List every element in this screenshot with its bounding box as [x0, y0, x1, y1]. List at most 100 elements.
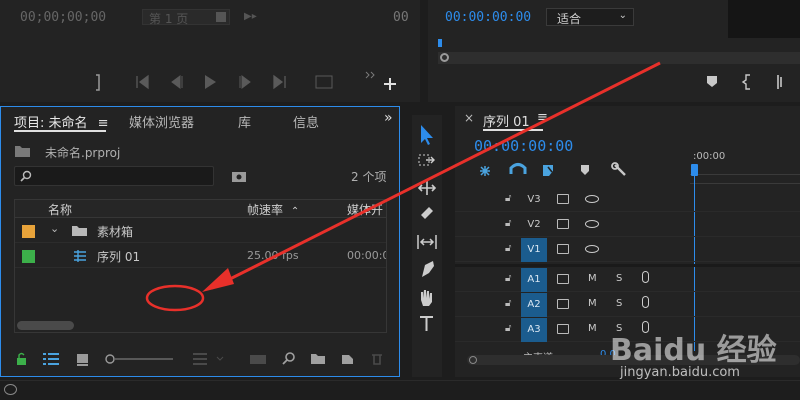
automate-icon[interactable] — [250, 355, 266, 364]
clear-icon[interactable] — [372, 354, 382, 365]
column-framerate-header[interactable]: 帧速率 ⌃ — [247, 201, 299, 218]
lock-icon[interactable]: 🔓︎ — [505, 243, 511, 254]
watermark-url: jingyan.baidu.com — [620, 365, 740, 380]
search-input[interactable] — [14, 166, 214, 186]
lock-icon[interactable]: 🔓︎ — [505, 193, 511, 204]
list-item-bin[interactable]: ⌄ 素材箱 — [15, 219, 386, 243]
solo-button[interactable]: S — [616, 273, 622, 284]
video-audio-divider[interactable] — [455, 264, 800, 267]
insert-icon[interactable] — [315, 75, 333, 89]
list-item-sequence[interactable]: 序列 01 25.00 fps 00:00:00 — [15, 244, 386, 268]
column-name-header[interactable]: 名称 — [48, 201, 72, 218]
active-tab-underline — [14, 130, 106, 132]
hand-tool-icon[interactable] — [421, 290, 432, 306]
sync-icon[interactable] — [557, 219, 569, 229]
mark-in-icon[interactable] — [96, 74, 100, 91]
step-back-icon[interactable] — [171, 75, 183, 89]
zoom-slider[interactable] — [105, 354, 173, 364]
icon-view-icon[interactable] — [77, 354, 88, 366]
eye-icon[interactable] — [585, 245, 599, 253]
new-bin-icon[interactable] — [311, 354, 325, 364]
mute-button[interactable]: M — [588, 298, 597, 309]
slip-tool-icon[interactable] — [417, 235, 437, 249]
add-marker-icon[interactable] — [581, 165, 589, 175]
lock-icon[interactable]: 🔓︎ — [505, 298, 511, 309]
ripple-edit-tool-icon[interactable] — [417, 181, 437, 195]
tab-info[interactable]: 信息 — [293, 112, 319, 131]
go-to-in-icon[interactable] — [136, 74, 149, 90]
sync-icon[interactable] — [557, 244, 569, 254]
type-tool-icon[interactable] — [420, 316, 433, 331]
expand-chevron-icon[interactable]: ⌄ — [50, 222, 59, 235]
lock-icon[interactable]: 🔓︎ — [505, 323, 511, 334]
nest-icon[interactable] — [480, 166, 490, 176]
source-timecode[interactable]: 00;00;00;00 — [20, 10, 106, 25]
razor-tool-icon[interactable] — [421, 207, 433, 219]
mark-in-icon[interactable] — [741, 74, 750, 90]
horizontal-scrollbar[interactable] — [17, 321, 74, 330]
marker-icon[interactable] — [707, 76, 717, 87]
lock-icon[interactable] — [17, 352, 26, 366]
lock-icon[interactable]: 🔓︎ — [505, 273, 511, 284]
close-tab-icon[interactable]: × — [464, 111, 474, 125]
playhead-marker[interactable] — [691, 164, 698, 176]
tab-media-browser[interactable]: 媒体浏览器 — [129, 112, 194, 131]
track-select-tool-icon[interactable] — [418, 154, 435, 166]
more-controls-icon[interactable] — [365, 71, 375, 79]
label-color-swatch[interactable] — [22, 225, 35, 238]
mute-button[interactable]: M — [588, 323, 597, 334]
new-search-bin-icon[interactable] — [231, 169, 247, 183]
panel-menu-icon[interactable]: ≡ — [98, 116, 109, 131]
eye-icon[interactable] — [585, 220, 599, 228]
program-timecode[interactable]: 00:00:00:00 — [445, 10, 531, 25]
new-item-icon[interactable] — [342, 355, 353, 364]
play-icon[interactable] — [205, 75, 216, 89]
go-to-in-icon[interactable] — [777, 75, 782, 89]
microphone-icon[interactable] — [642, 296, 649, 308]
sort-icon[interactable] — [193, 353, 224, 365]
page-selector[interactable]: 第 1 页 — [142, 9, 230, 26]
track-label-v1[interactable]: V1 — [521, 238, 547, 262]
track-label-v3[interactable]: V3 — [521, 188, 547, 212]
project-file-icon — [15, 146, 30, 157]
track-label-a2[interactable]: A2 — [521, 293, 547, 317]
snap-icon[interactable] — [509, 163, 527, 175]
track-label-a1[interactable]: A1 — [521, 268, 547, 292]
label-color-swatch[interactable] — [22, 250, 35, 263]
fit-dropdown[interactable]: 适合 ⌄ — [546, 8, 634, 26]
step-forward-icon[interactable] — [239, 75, 251, 89]
find-icon[interactable] — [282, 352, 295, 365]
linked-selection-icon[interactable] — [543, 165, 553, 176]
sync-icon[interactable] — [557, 299, 569, 309]
solo-button[interactable]: S — [616, 298, 622, 309]
lock-icon[interactable]: 🔓︎ — [505, 218, 511, 229]
mute-button[interactable]: M — [588, 273, 597, 284]
pen-tool-icon[interactable] — [422, 261, 434, 277]
add-button-icon[interactable] — [384, 78, 396, 90]
selection-tool-icon[interactable] — [421, 125, 433, 145]
sequence-tab-label[interactable]: 序列 01 — [483, 111, 530, 130]
list-view-icon[interactable] — [43, 353, 59, 365]
program-scrub-bar[interactable] — [438, 52, 800, 64]
status-icon[interactable] — [4, 384, 17, 395]
scrub-start-handle[interactable] — [440, 53, 449, 62]
sync-icon[interactable] — [557, 194, 569, 204]
tab-library[interactable]: 库 — [238, 112, 251, 131]
track-label-a3[interactable]: A3 — [521, 318, 547, 342]
sync-icon[interactable] — [557, 324, 569, 334]
microphone-icon[interactable] — [642, 271, 649, 283]
eye-icon[interactable] — [585, 195, 599, 203]
program-playhead[interactable] — [438, 39, 442, 47]
step-forward-small-icon[interactable]: ▶▸ — [244, 11, 257, 22]
track-label-v2[interactable]: V2 — [521, 213, 547, 237]
sync-icon[interactable] — [557, 274, 569, 284]
tab-project[interactable]: 项目: 未命名 ≡ — [14, 112, 109, 131]
settings-wrench-icon[interactable] — [611, 162, 626, 176]
go-to-out-icon[interactable] — [273, 74, 286, 90]
time-ruler[interactable] — [690, 164, 800, 184]
panel-menu-icon[interactable]: ≡ — [537, 110, 548, 125]
timeline-timecode[interactable]: 00:00:00:00 — [474, 137, 573, 155]
more-tabs-icon[interactable]: » — [384, 110, 393, 126]
program-monitor: 00:00:00:00 适合 ⌄ — [428, 0, 800, 102]
column-media-start-header[interactable]: 媒体开 — [347, 201, 383, 218]
